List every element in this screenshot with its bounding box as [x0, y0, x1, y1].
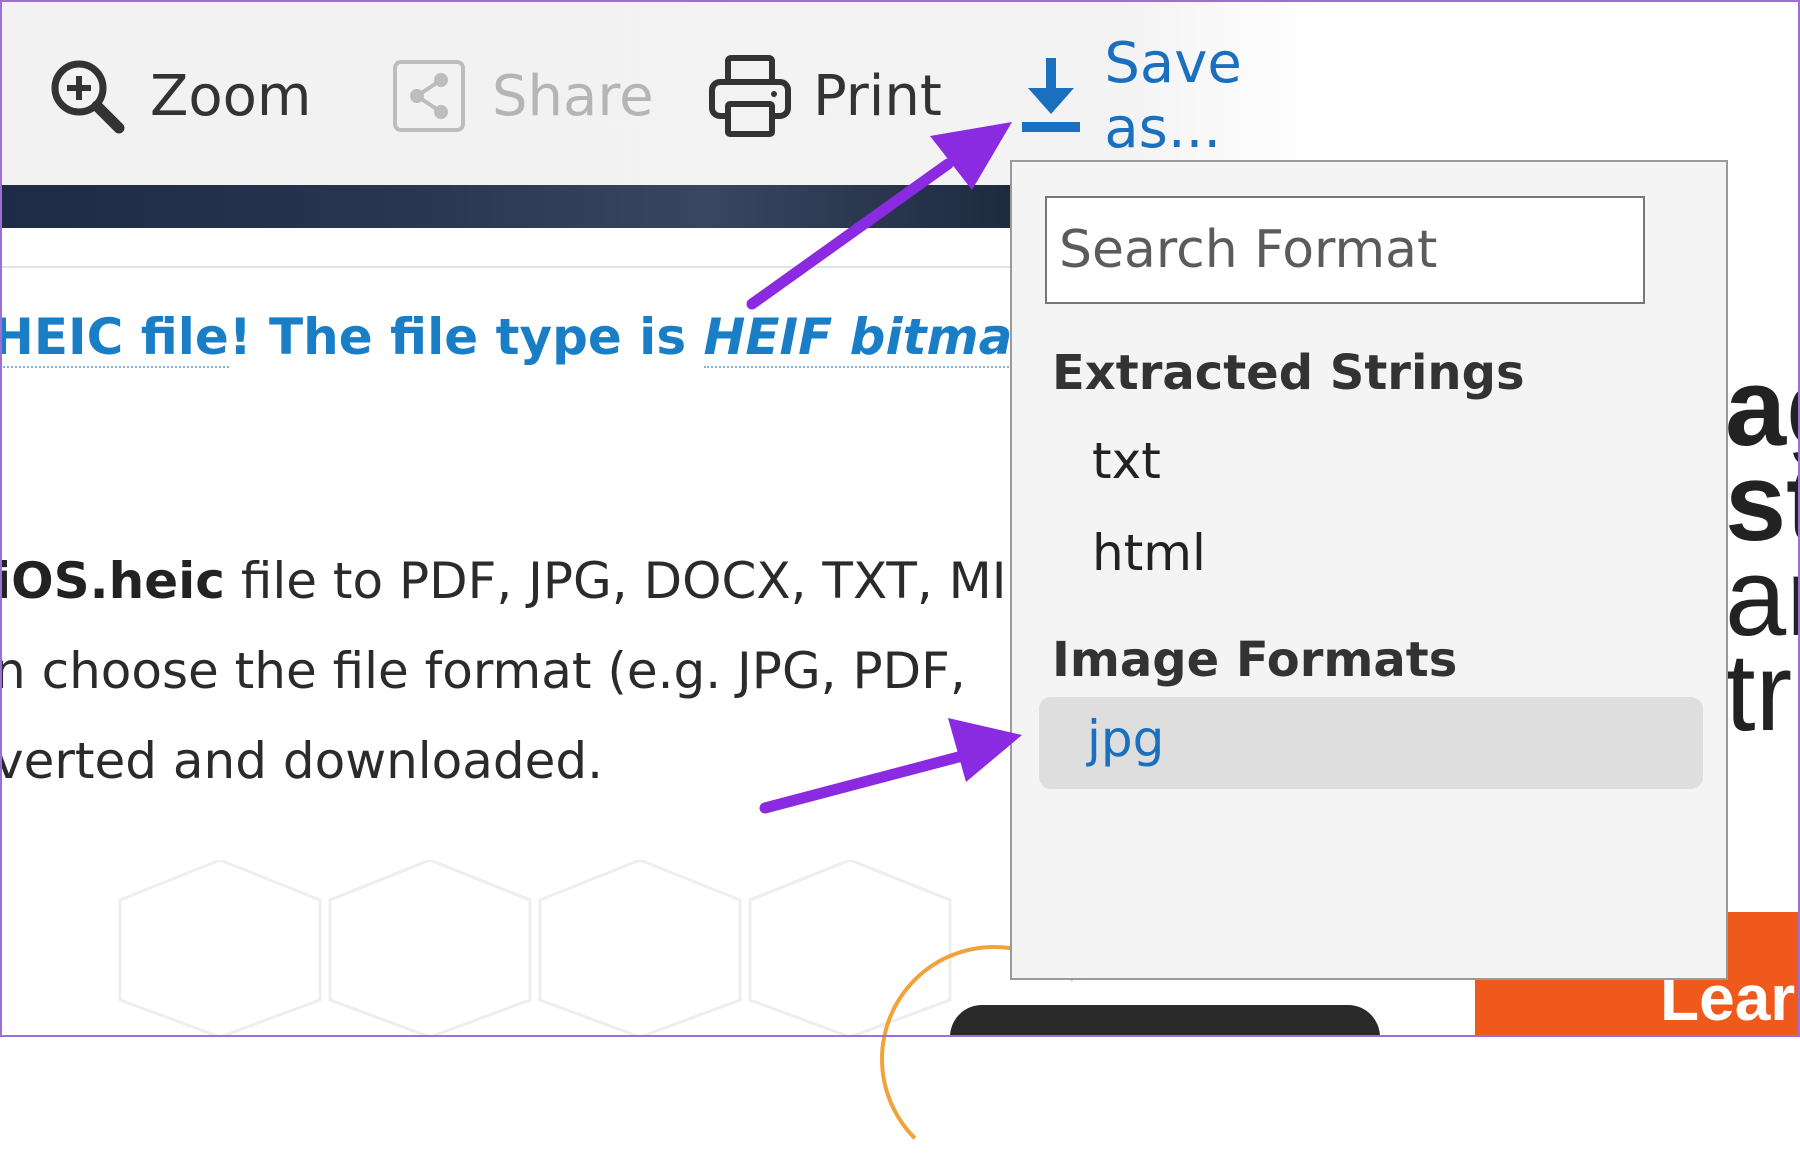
body-text-line-2: n choose the file format (e.g. JPG, PDF, [0, 642, 966, 700]
save-as-label: Save as... [1104, 31, 1242, 161]
group-extracted-strings: Extracted Strings [1052, 345, 1525, 401]
result-heading: HEIC file! The file type is HEIF bitmap … [0, 308, 1124, 368]
share-icon [384, 51, 474, 141]
arrow-to-jpg [759, 718, 1022, 814]
download-icon [1015, 51, 1086, 141]
share-button[interactable]: Share [384, 48, 654, 144]
viewer-toolbar: Zoom Share Print Save as... [0, 0, 1320, 185]
background-pattern [118, 860, 952, 1037]
format-option-txt[interactable]: txt [1092, 432, 1161, 490]
share-label: Share [492, 63, 654, 129]
save-format-dropdown: Extracted Strings txt html Image Formats… [1010, 160, 1728, 980]
body-text-line-1: iOS.heic file to PDF, JPG, DOCX, TXT, MI [0, 552, 1007, 610]
avatar-image [950, 1005, 1380, 1037]
printer-icon [705, 51, 795, 141]
print-button[interactable]: Print [705, 48, 942, 144]
body-text-line-3: verted and downloaded. [0, 732, 604, 790]
search-format-input[interactable] [1045, 196, 1645, 304]
page-banner-image [0, 185, 1010, 228]
format-option-html[interactable]: html [1092, 524, 1206, 582]
heading-link-heic[interactable]: HEIC file [0, 308, 229, 368]
format-option-jpg[interactable]: jpg [1087, 710, 1164, 768]
body-text-line-1-rest: file to PDF, JPG, DOCX, TXT, MI [224, 552, 1007, 610]
print-label: Print [813, 63, 942, 129]
file-name: iOS.heic [0, 552, 225, 610]
group-image-formats: Image Formats [1052, 632, 1458, 688]
bg-letters-4: tr [1725, 631, 1793, 754]
zoom-label: Zoom [150, 63, 312, 129]
save-as-button[interactable]: Save as... [1015, 31, 1320, 161]
heading-text: ! The file type is [228, 308, 704, 366]
divider [0, 266, 1010, 268]
zoom-in-icon [42, 51, 132, 141]
zoom-button[interactable]: Zoom [42, 48, 311, 144]
background-heading-fragment: ag st an tr [1725, 353, 1800, 754]
